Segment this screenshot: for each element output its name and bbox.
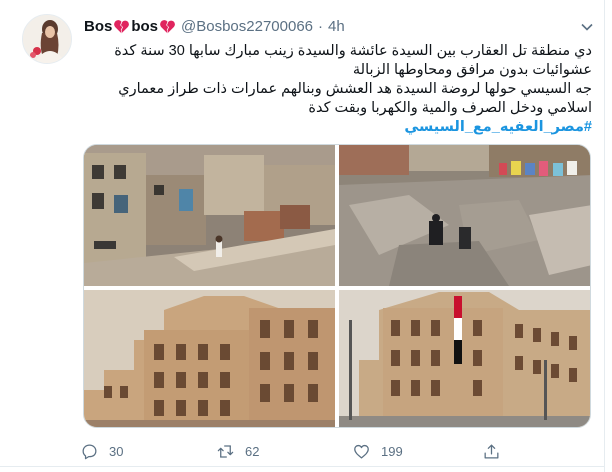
like-count: 199 [381, 443, 403, 459]
avatar[interactable] [22, 14, 72, 64]
tweet-timestamp[interactable]: 4h [328, 18, 345, 35]
tweet-actions: 30 62 199 [80, 440, 500, 462]
card-border [604, 0, 605, 472]
retweet-count: 62 [245, 443, 260, 459]
display-name[interactable]: Bos bos [84, 18, 176, 35]
broken-heart-icon [114, 19, 130, 33]
hashtag-link[interactable]: #مصر_العفيه_مع_السيسي [404, 119, 592, 135]
retweet-icon [217, 444, 234, 458]
tweet-text-line: اسلامي ودخل الصرف والمية والكهربا وبقت ك… [308, 100, 592, 116]
tweet-header: Bos bos @Bosbos22700066 · 4h [84, 16, 345, 36]
tweet-text: دي منطقة تل العقارب بين السيدة عائشة وال… [84, 42, 592, 137]
tweet-text-line: عشوائيات بدون مرافق ومحاوطها الزبالة [352, 62, 592, 78]
retweet-button[interactable]: 62 [216, 440, 259, 462]
media-grid [83, 144, 591, 428]
tweet-card[interactable]: Bos bos @Bosbos22700066 · 4h دي منطقة تل… [0, 0, 612, 472]
separator-dot: · [318, 17, 324, 35]
like-button[interactable]: 199 [352, 440, 403, 462]
like-icon [354, 444, 369, 458]
user-handle[interactable]: @Bosbos22700066 [181, 18, 313, 35]
reply-icon [82, 444, 97, 459]
share-icon [484, 444, 499, 458]
chevron-down-icon[interactable] [580, 20, 594, 34]
tweet-photo[interactable] [339, 290, 590, 427]
broken-heart-icon [160, 19, 175, 33]
share-button[interactable] [482, 440, 501, 462]
tweet-photo[interactable] [84, 145, 335, 286]
card-border [0, 466, 605, 467]
tweet-photo[interactable] [84, 290, 335, 427]
reply-count: 30 [109, 443, 124, 459]
tweet-text-line: دي منطقة تل العقارب بين السيدة عائشة وال… [114, 43, 592, 59]
tweet-photo[interactable] [339, 145, 590, 286]
reply-button[interactable]: 30 [80, 440, 123, 462]
tweet-text-line: جه السيسي حولها لروضة السيدة هد العشش وب… [118, 81, 592, 97]
